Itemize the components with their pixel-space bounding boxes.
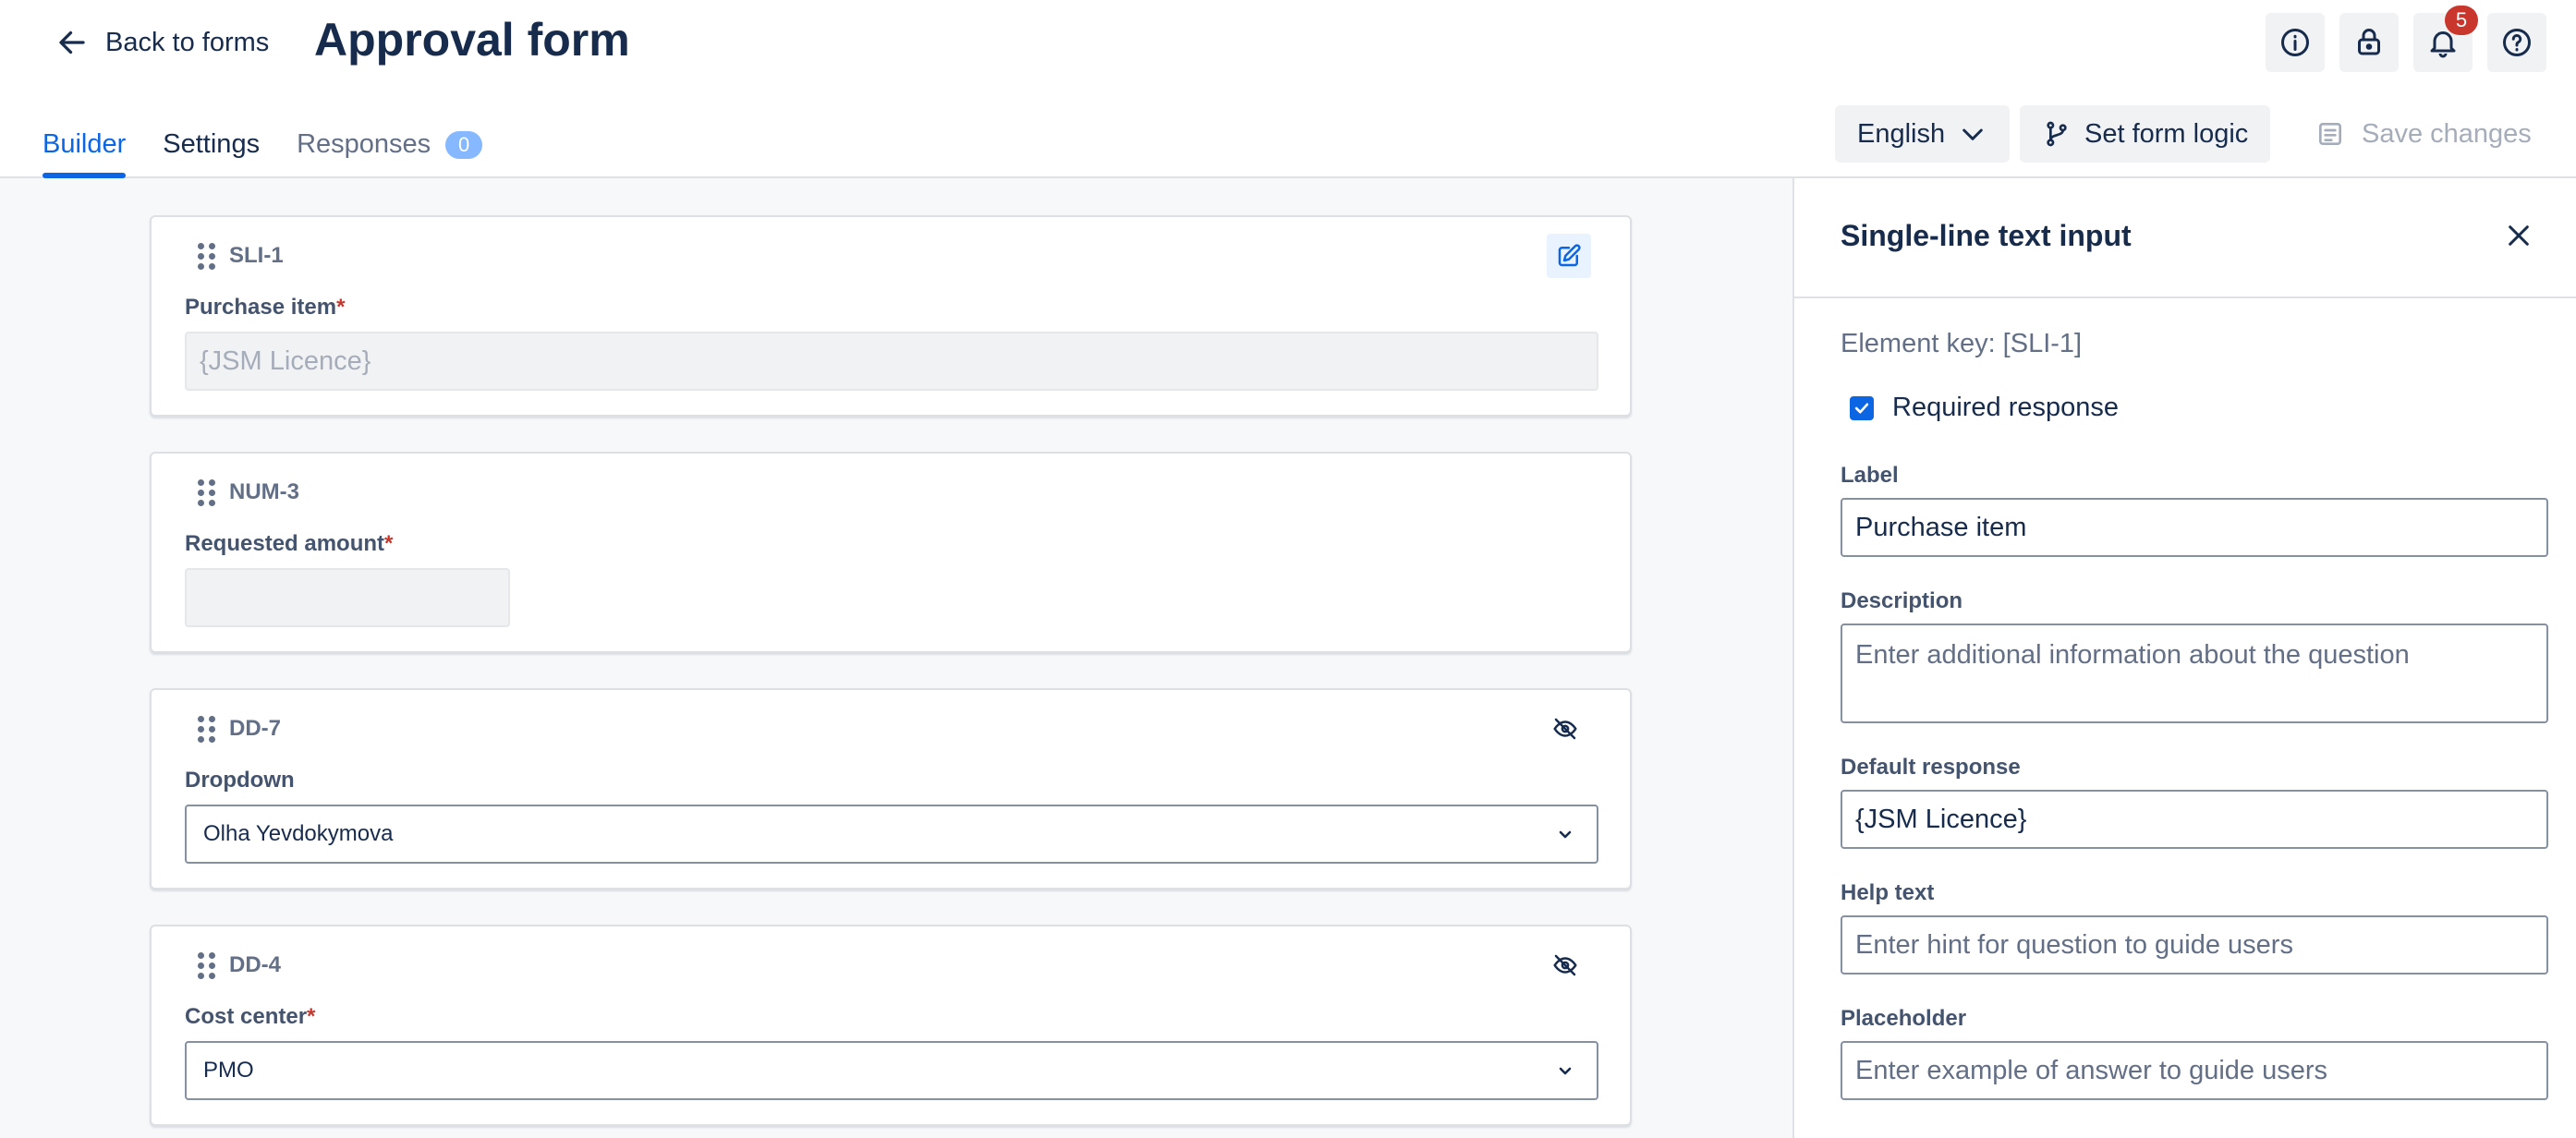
required-response-toggle[interactable]: Required response: [1850, 393, 2119, 423]
eye-off-icon: [1553, 718, 1577, 740]
form-element-card[interactable]: NUM-3 Requested amount*: [150, 452, 1632, 653]
save-icon: [2319, 123, 2341, 145]
chevron-down-icon: [1559, 1067, 1572, 1075]
chevron-down-icon: [1559, 830, 1572, 839]
element-key: DD-7: [229, 716, 282, 741]
hidden-toggle-button[interactable]: [1543, 943, 1587, 987]
card-header: NUM-3: [198, 479, 299, 506]
placeholder-input[interactable]: Enter example of answer to guide users: [1841, 1041, 2548, 1100]
tab-settings-label: Settings: [163, 129, 261, 159]
element-key-text: Element key: [SLI-1]: [1841, 329, 2083, 358]
panel-header: Single-line text input: [1794, 178, 2576, 298]
placeholder-field-label: Placeholder: [1841, 1006, 1967, 1031]
info-button[interactable]: [2266, 13, 2325, 72]
card-header: DD-4: [198, 952, 282, 979]
field-label: Cost center*: [185, 1004, 315, 1030]
branch-icon: [2047, 121, 2067, 147]
field-preview-input: {JSM Licence}: [185, 332, 1598, 391]
save-changes-label: Save changes: [2362, 118, 2532, 149]
element-key: SLI-1: [229, 243, 284, 268]
field-preview-input: [185, 568, 510, 627]
required-asterisk: *: [384, 531, 394, 556]
element-settings-panel: Single-line text input Element key: [SLI…: [1792, 178, 2576, 1138]
required-asterisk: *: [336, 295, 346, 320]
field-label-text: Requested amount: [185, 531, 385, 556]
default-response-field-label: Default response: [1841, 755, 2021, 780]
drag-handle-icon[interactable]: [198, 479, 216, 506]
edit-icon: [1558, 244, 1581, 267]
notifications-button[interactable]: 5: [2413, 6, 2478, 72]
top-header: Back to forms Approval form 5 Builder Se…: [0, 0, 2576, 178]
description-textarea[interactable]: Enter additional information about the q…: [1841, 623, 2548, 723]
field-label-text: Purchase item: [185, 295, 337, 320]
help-button[interactable]: [2487, 13, 2546, 72]
field-preview-dropdown: PMO: [185, 1041, 1598, 1100]
required-checkbox[interactable]: [1850, 395, 1874, 420]
help-text-input[interactable]: Enter hint for question to guide users: [1841, 915, 2548, 975]
back-to-forms-link[interactable]: Back to forms: [55, 20, 269, 65]
form-element-card[interactable]: SLI-1 Purchase item* {JSM Licence}: [150, 215, 1632, 417]
responses-count-badge: 0: [445, 131, 483, 159]
drag-handle-icon[interactable]: [198, 243, 216, 270]
form-element-card[interactable]: DD-4 Cost center* PMO: [150, 925, 1632, 1126]
drag-handle-icon[interactable]: [198, 716, 216, 743]
set-form-logic-button[interactable]: Set form logic: [2020, 105, 2271, 163]
save-changes-button[interactable]: Save changes: [2315, 105, 2532, 163]
element-key: DD-4: [229, 952, 282, 977]
set-form-logic-label: Set form logic: [2084, 118, 2249, 149]
dropdown-value: PMO: [203, 1058, 254, 1083]
close-icon: [2509, 225, 2529, 246]
field-label: Requested amount*: [185, 531, 393, 557]
back-label: Back to forms: [105, 27, 270, 57]
lock-button[interactable]: [2339, 13, 2399, 72]
hidden-toggle-button[interactable]: [1543, 707, 1587, 751]
chevron-down-icon: [1962, 128, 1983, 140]
card-header: SLI-1: [198, 243, 284, 270]
page-title: Approval form: [314, 14, 630, 66]
tab-settings[interactable]: Settings: [163, 129, 260, 178]
tab-builder-label: Builder: [43, 129, 127, 159]
language-select[interactable]: English: [1835, 105, 2011, 163]
field-label-text: Dropdown: [185, 768, 295, 793]
required-response-label: Required response: [1892, 393, 2120, 422]
help-icon: [2503, 29, 2531, 56]
form-builder-canvas: SLI-1 Purchase item* {JSM Licence} NUM-3…: [0, 178, 1792, 1138]
close-panel-button[interactable]: [2500, 217, 2537, 254]
check-icon: [1854, 403, 1869, 413]
card-header: DD-7: [198, 716, 282, 743]
tab-responses-label: Responses: [297, 129, 431, 159]
field-preview-dropdown: Olha Yevdokymova: [185, 805, 1598, 864]
tab-responses[interactable]: Responses 0: [297, 129, 483, 178]
field-label-text: Cost center: [185, 1004, 308, 1029]
field-label: Purchase item*: [185, 295, 345, 321]
drag-handle-icon[interactable]: [198, 952, 216, 979]
field-label: Dropdown: [185, 768, 295, 793]
form-element-card[interactable]: DD-7 Dropdown Olha Yevdokymova: [150, 688, 1632, 890]
eye-off-icon: [1553, 954, 1577, 976]
label-input[interactable]: Purchase item: [1841, 498, 2548, 557]
help-text-field-label: Help text: [1841, 880, 1935, 905]
tab-builder[interactable]: Builder: [43, 129, 127, 178]
arrow-left-icon: [59, 30, 85, 54]
default-response-input[interactable]: {JSM Licence}: [1841, 790, 2548, 849]
panel-title: Single-line text input: [1841, 219, 2132, 252]
label-field-label: Label: [1841, 463, 1899, 488]
dropdown-value: Olha Yevdokymova: [203, 821, 394, 846]
notification-badge: 5: [2445, 6, 2478, 35]
required-asterisk: *: [307, 1004, 316, 1029]
tab-bar: Builder Settings Responses 0: [43, 129, 483, 178]
edit-element-button[interactable]: [1547, 234, 1591, 278]
lock-icon: [2358, 29, 2380, 55]
description-field-label: Description: [1841, 588, 1963, 613]
info-icon: [2281, 29, 2309, 56]
language-label: English: [1857, 118, 1946, 149]
element-key: NUM-3: [229, 479, 299, 504]
